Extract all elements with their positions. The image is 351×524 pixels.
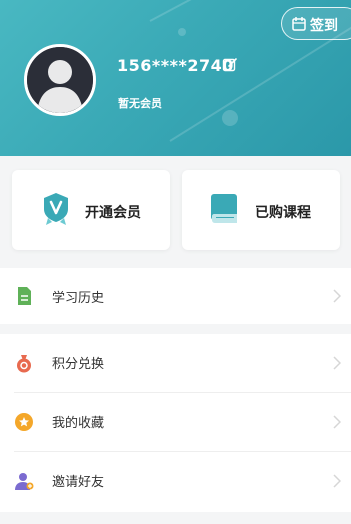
signin-button[interactable]: 签到 bbox=[281, 7, 351, 40]
menu-item-label: 我的收藏 bbox=[52, 416, 105, 431]
purchased-courses-label: 已购课程 bbox=[255, 205, 311, 221]
points-bag-icon bbox=[17, 355, 31, 373]
chevron-right-icon bbox=[333, 415, 341, 429]
book-icon bbox=[211, 194, 237, 223]
phone-number: 156****2740 bbox=[117, 56, 234, 75]
menu-item-label: 学习历史 bbox=[52, 291, 105, 306]
user-silhouette-icon bbox=[27, 47, 93, 113]
chevron-right-icon bbox=[333, 474, 341, 488]
profile-header: 156****2740 暂无会员 签到 bbox=[0, 0, 351, 156]
invite-friend-icon bbox=[15, 473, 34, 490]
chevron-right-icon bbox=[333, 356, 341, 370]
menu-item-history[interactable]: 学习历史 bbox=[0, 268, 351, 324]
purchased-courses-card[interactable]: 已购课程 bbox=[182, 170, 340, 250]
signin-label: 签到 bbox=[310, 18, 338, 34]
vip-badge-icon bbox=[44, 193, 68, 225]
document-icon bbox=[18, 287, 31, 305]
avatar[interactable] bbox=[24, 44, 96, 116]
header-decoration bbox=[222, 110, 238, 126]
open-vip-label: 开通会员 bbox=[85, 205, 141, 221]
menu-item-label: 积分兑换 bbox=[52, 357, 105, 372]
menu-item-label: 邀请好友 bbox=[52, 475, 105, 490]
menu-section: 积分兑换 我的收藏 邀请好友 bbox=[0, 334, 351, 512]
header-decoration bbox=[178, 28, 186, 36]
history-section: 学习历史 bbox=[0, 268, 351, 324]
edit-icon[interactable] bbox=[222, 57, 238, 73]
header-decoration bbox=[169, 23, 351, 142]
menu-item-favorites[interactable]: 我的收藏 bbox=[0, 393, 351, 451]
calendar-icon bbox=[292, 17, 306, 31]
member-status: 暂无会员 bbox=[118, 97, 162, 110]
open-vip-card[interactable]: 开通会员 bbox=[12, 170, 170, 250]
menu-item-points-exchange[interactable]: 积分兑换 bbox=[0, 334, 351, 392]
menu-item-invite-friends[interactable]: 邀请好友 bbox=[0, 452, 351, 512]
star-icon bbox=[15, 413, 33, 431]
chevron-right-icon bbox=[333, 289, 341, 303]
